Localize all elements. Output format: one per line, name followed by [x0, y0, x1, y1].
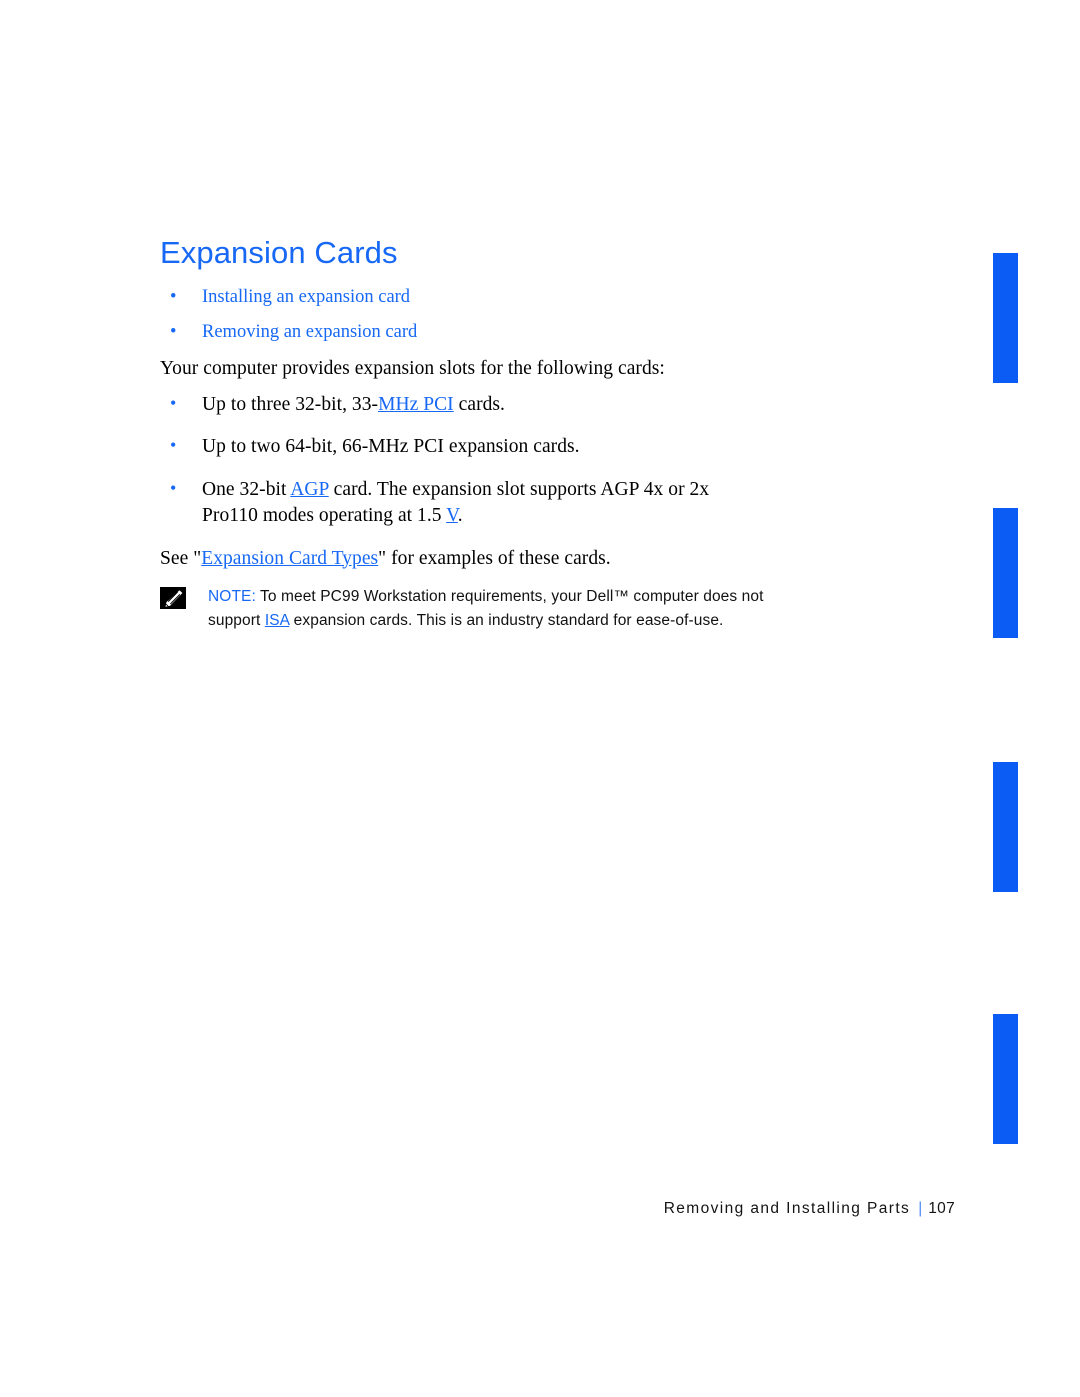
see-also-post: " for examples of these cards. — [378, 547, 611, 569]
bullet-glyph: • — [170, 435, 177, 456]
spec-text-pre: Up to two 64-bit, 66-MHz PCI expansion c… — [202, 436, 580, 458]
note-callout: NOTE: To meet PC99 Workstation requireme… — [160, 585, 788, 633]
edge-marker-bar-4 — [993, 1014, 1018, 1144]
footer-separator: | — [918, 1200, 923, 1217]
page-number: 107 — [928, 1200, 955, 1217]
list-item: • Installing an expansion card — [160, 286, 920, 309]
footer-section-title: Removing and Installing Parts — [663, 1200, 911, 1217]
link-agp[interactable]: AGP — [290, 479, 328, 500]
spec-bullet-list: • Up to three 32-bit, 33-MHz PCI cards. … — [160, 392, 920, 529]
intro-paragraph: Your computer provides expansion slots f… — [160, 358, 665, 380]
note-pencil-icon — [160, 586, 186, 609]
spec-text-line2-post: . — [457, 504, 463, 526]
see-also-pre: See " — [160, 547, 202, 569]
note-line2-post: expansion cards. This is an industry sta… — [289, 611, 724, 629]
link-isa[interactable]: ISA — [265, 612, 289, 629]
spec-text-pre: Up to three 32-bit, 33- — [202, 393, 379, 415]
spec-text-pre: One 32-bit — [202, 479, 291, 501]
list-item: • Up to three 32-bit, 33-MHz PCI cards. — [160, 392, 920, 418]
document-page: Expansion Cards • Installing an expansio… — [0, 0, 1080, 1397]
link-removing-an-expansion-card[interactable]: Removing an expansion card — [202, 322, 417, 342]
spec-text-post: cards. — [453, 393, 505, 415]
link-expansion-card-types[interactable]: Expansion Card Types — [201, 548, 378, 569]
topic-link-list: • Installing an expansion card • Removin… — [160, 286, 920, 344]
note-label: NOTE: — [208, 587, 256, 605]
content-column: Expansion Cards • Installing an expansio… — [160, 235, 920, 633]
list-item: • Up to two 64-bit, 66-MHz PCI expansion… — [160, 434, 920, 460]
bullet-glyph: • — [170, 322, 177, 343]
list-item: • One 32-bit AGP card. The expansion slo… — [160, 477, 920, 528]
link-mhz-pci[interactable]: MHz PCI — [378, 394, 454, 415]
spec-text-post: card. The expansion slot supports AGP 4x… — [328, 479, 710, 501]
page-footer: Removing and Installing Parts | 107 — [0, 1200, 955, 1218]
see-also-paragraph: See "Expansion Card Types" for examples … — [160, 546, 920, 571]
link-installing-an-expansion-card[interactable]: Installing an expansion card — [202, 287, 410, 307]
page-title: Expansion Cards — [160, 235, 398, 270]
bullet-glyph: • — [170, 287, 177, 308]
spec-text-line2-pre: Pro110 modes operating at 1.5 — [202, 504, 447, 526]
bullet-glyph: • — [170, 392, 177, 413]
link-volts[interactable]: V — [446, 505, 458, 526]
note-line1-text: To meet PC99 Workstation requirements, y… — [255, 587, 738, 605]
bullet-glyph: • — [170, 478, 177, 499]
edge-marker-bar-1 — [993, 253, 1018, 383]
edge-marker-bar-2 — [993, 508, 1018, 638]
edge-marker-bar-3 — [993, 762, 1018, 892]
list-item: • Removing an expansion card — [160, 321, 920, 344]
edge-marker-bars — [0, 0, 1080, 1397]
